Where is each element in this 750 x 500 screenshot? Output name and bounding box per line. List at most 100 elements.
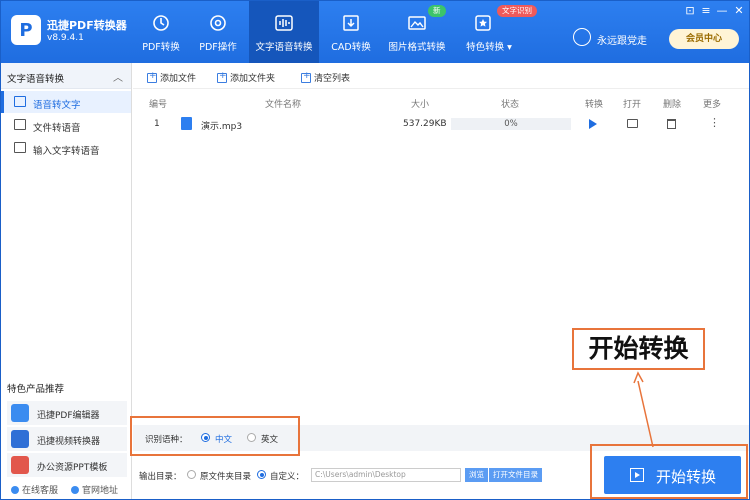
sidebar-item-input-text-to-speech[interactable]: 输入文字转语音 — [1, 137, 131, 159]
app-window: P 迅捷PDF转换器 v8.9.4.1 PDF转换 PDF操作 文字语音转换 C… — [0, 0, 750, 500]
tab-special-convert[interactable]: 特色转换 ▾ 文字识别 — [459, 1, 537, 63]
browse-button[interactable]: 浏览 — [465, 468, 488, 482]
settings-icon — [210, 15, 226, 31]
speech-doc-icon — [14, 96, 26, 107]
sidebar-item-label: 语音转文字 — [33, 100, 81, 111]
audio-file-icon — [181, 117, 192, 130]
radio-source-dir[interactable] — [187, 470, 196, 479]
callout-label: 开始转换 — [572, 328, 705, 370]
new-badge: 新 — [428, 5, 446, 17]
add-folder-button[interactable]: 添加文件夹 — [217, 71, 275, 84]
minimize-icon[interactable]: — — [715, 5, 729, 17]
start-convert-button[interactable]: 开始转换 — [604, 456, 741, 494]
collapse-icon: ︿ — [113, 73, 123, 84]
tab-label: 文字语音转换 — [255, 42, 313, 53]
output-label: 输出目录： — [139, 472, 182, 482]
play-box-icon — [630, 468, 644, 482]
add-file-icon — [147, 71, 157, 83]
sidebar-section-title: 文字语音转换 — [7, 74, 65, 85]
col-filename: 文件名称 — [265, 100, 302, 110]
tab-label: 特色转换 ▾ — [466, 42, 512, 53]
sidebar-item-label: 输入文字转语音 — [33, 146, 100, 157]
online-service-link[interactable]: 在线客服 — [11, 483, 58, 496]
add-folder-icon — [217, 71, 227, 83]
app-logo: P — [11, 15, 41, 45]
col-delete: 删除 — [663, 100, 682, 110]
clear-list-button[interactable]: 清空列表 — [301, 71, 350, 84]
menu-icon[interactable]: ≡ — [699, 5, 713, 17]
source-dir-option[interactable]: 原文件夹目录 — [200, 470, 251, 482]
col-status: 状态 — [501, 100, 520, 110]
vip-label: 会员中心 — [685, 34, 722, 44]
sidebar-item-file-to-speech[interactable]: 文件转语音 — [1, 114, 131, 136]
sidebar: 文字语音转换 ︿ 语音转文字 文件转语音 输入文字转语音 特色产品推荐 迅捷PD… — [1, 63, 132, 499]
output-path-input[interactable]: C:\Users\admin\Desktop — [311, 468, 461, 482]
text-box-icon — [14, 142, 26, 153]
tab-text-speech[interactable]: 文字语音转换 — [249, 1, 319, 63]
recommend-ppt-templates[interactable]: 办公资源PPT模板 — [7, 453, 127, 477]
row-number: 1 — [154, 119, 160, 129]
recommend-title: 特色产品推荐 — [7, 384, 65, 395]
globe-icon — [71, 486, 79, 494]
ocr-badge: 文字识别 — [497, 5, 537, 17]
tab-label: CAD转换 — [331, 42, 371, 53]
recommend-video-converter[interactable]: 迅捷视频转换器 — [7, 427, 127, 451]
edit-doc-icon — [14, 119, 26, 130]
tab-image-format[interactable]: 图片格式转换 新 — [386, 1, 448, 63]
waveform-icon — [275, 15, 293, 31]
sidebar-item-speech-to-text[interactable]: 语音转文字 — [1, 91, 131, 113]
app-version: v8.9.4.1 — [47, 33, 84, 43]
play-icon[interactable] — [589, 119, 597, 129]
progress-bar: 0% — [451, 118, 571, 130]
tab-pdf-ops[interactable]: PDF操作 — [194, 1, 242, 63]
custom-dir-option[interactable]: 自定义： — [270, 470, 304, 482]
row-filename: 演示.mp3 — [201, 122, 243, 132]
col-more: 更多 — [703, 100, 722, 110]
trash-icon — [301, 71, 311, 83]
table-row[interactable]: 1 演示.mp3 537.29KB 0% ⋮ — [133, 113, 749, 135]
recommend-pdf-editor[interactable]: 迅捷PDF编辑器 — [7, 401, 127, 425]
callout-text: 开始转换 — [588, 334, 689, 363]
app-title: 迅捷PDF转换器 — [47, 19, 127, 32]
language-highlight-box — [130, 416, 300, 456]
add-file-button[interactable]: 添加文件 — [147, 71, 196, 84]
start-convert-label: 开始转换 — [656, 468, 717, 486]
website-link[interactable]: 官网地址 — [71, 483, 118, 496]
tab-pdf-convert[interactable]: PDF转换 — [135, 1, 187, 63]
dropdown-arrow-icon: ▾ — [507, 42, 512, 53]
ppt-template-icon — [11, 456, 29, 474]
top-bar: P 迅捷PDF转换器 v8.9.4.1 PDF转换 PDF操作 文字语音转换 C… — [1, 1, 749, 63]
refresh-icon — [153, 15, 169, 31]
vip-center-button[interactable]: 会员中心 — [669, 29, 739, 49]
arrow-head-icon — [633, 371, 644, 384]
service-icon — [11, 486, 19, 494]
image-icon — [408, 16, 426, 30]
table-header: 编号 文件名称 大小 状态 转换 打开 删除 更多 — [133, 93, 749, 111]
user-name[interactable]: 永远跟党走 — [597, 32, 647, 47]
col-number: 编号 — [149, 100, 168, 110]
more-icon[interactable]: ⋮ — [709, 116, 720, 129]
close-icon[interactable]: ✕ — [732, 5, 746, 17]
video-converter-icon — [11, 430, 29, 448]
tab-label: 图片格式转换 — [388, 42, 446, 53]
skin-icon[interactable]: ⊡ — [683, 5, 697, 17]
col-convert: 转换 — [585, 100, 604, 110]
col-open: 打开 — [623, 100, 642, 110]
open-dir-button[interactable]: 打开文件目录 — [489, 468, 542, 482]
file-toolbar: 添加文件 添加文件夹 清空列表 — [133, 63, 749, 89]
download-box-icon — [343, 15, 359, 31]
delete-icon[interactable] — [667, 119, 676, 129]
row-size: 537.29KB — [403, 119, 447, 129]
sidebar-section-header[interactable]: 文字语音转换 ︿ — [1, 63, 131, 89]
col-size: 大小 — [411, 100, 430, 110]
progress-text: 0% — [504, 119, 518, 129]
tab-cad[interactable]: CAD转换 — [326, 1, 376, 63]
open-folder-icon[interactable] — [627, 119, 638, 128]
star-box-icon — [475, 15, 491, 31]
radio-custom-dir[interactable] — [257, 470, 266, 479]
user-avatar-icon[interactable] — [573, 28, 591, 46]
sidebar-item-label: 文件转语音 — [33, 123, 81, 134]
tab-label: PDF转换 — [142, 42, 180, 53]
recommend-label: 办公资源PPT模板 — [37, 463, 108, 473]
tab-label: PDF操作 — [199, 42, 237, 53]
